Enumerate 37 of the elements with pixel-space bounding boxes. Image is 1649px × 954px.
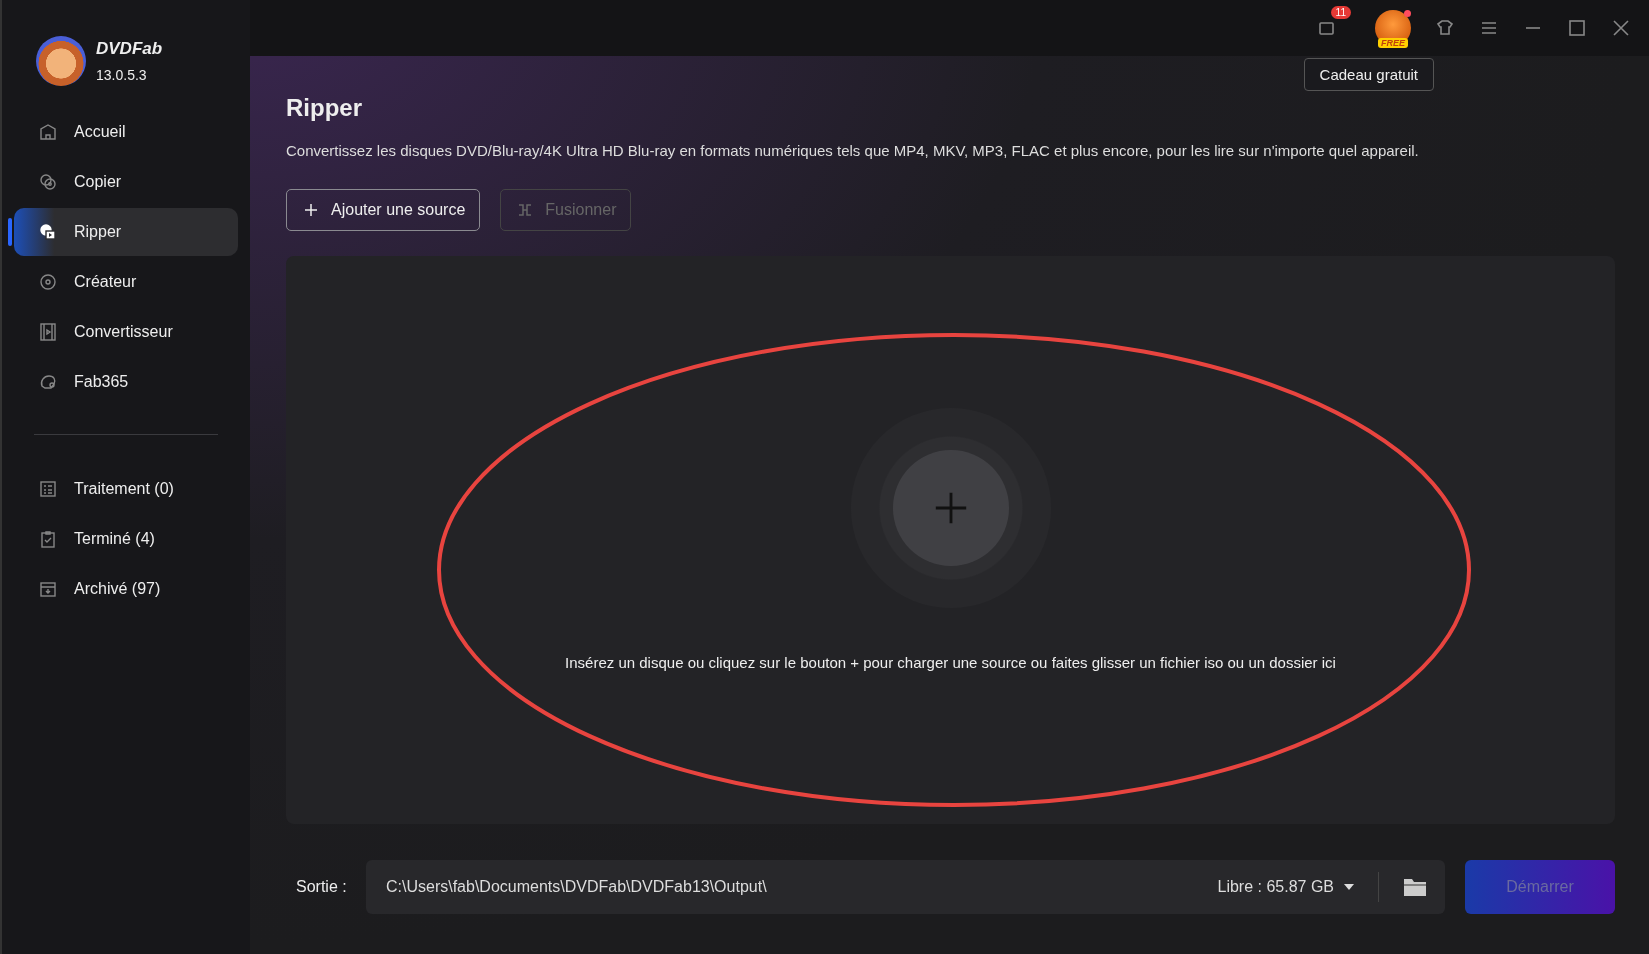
maximize-icon[interactable] [1567, 18, 1587, 38]
disc-icon [38, 272, 58, 292]
plus-icon [303, 202, 319, 218]
list-icon [38, 479, 58, 499]
sidebar-item[interactable]: Traitement (0) [14, 465, 238, 513]
free-gift-button[interactable]: FREE [1375, 10, 1411, 46]
sidebar-item[interactable]: Copier [14, 158, 238, 206]
output-label: Sortie : [295, 878, 348, 896]
app-name: DVDFab [96, 39, 163, 59]
notification-badge: 11 [1330, 6, 1351, 19]
film-icon [38, 322, 58, 342]
merge-icon [517, 202, 534, 218]
copy-icon [38, 172, 58, 192]
folder-icon[interactable] [1403, 877, 1427, 897]
sidebar-item[interactable]: Convertisseur [14, 308, 238, 356]
logo-icon [36, 36, 86, 86]
sidebar-item[interactable]: Terminé (4) [14, 515, 238, 563]
sidebar-item[interactable]: Créateur [14, 258, 238, 306]
archive-icon [38, 579, 58, 599]
sidebar-item[interactable]: Archivé (97) [14, 565, 238, 613]
alert-dot-icon [1404, 10, 1411, 17]
page-title: Ripper [286, 94, 363, 122]
version-label: 13.0.5.3 [96, 67, 148, 83]
sidebar-item[interactable]: Accueil [14, 108, 238, 156]
close-icon[interactable] [1611, 18, 1631, 38]
notification-button[interactable]: 11 [1317, 6, 1351, 38]
tooltip: Cadeau gratuit [1303, 58, 1434, 91]
drop-hint: Insérez un disque ou cliquez sur le bouton + pour charger une source ou faites glisser un fichier iso ou un dossier ici [565, 654, 1336, 671]
free-space-dropdown[interactable]: Libre : 65.87 GB [1217, 878, 1334, 896]
done-icon [38, 529, 58, 549]
sidebar-item[interactable]: Fab365 [14, 358, 238, 406]
output-path-field[interactable]: C:\Users\fab\Documents\DVDFab\DVDFab13\Output\ Libre : 65.87 GB [366, 860, 1445, 914]
add-source-button[interactable]: Ajouter une source [286, 189, 481, 231]
home-icon [38, 122, 58, 142]
page-description: Convertissez les disques DVD/Blu-ray/4K Ultra HD Blu-ray en formats numériques tels que MP4, MKV, MP3, FLAC et plus encore, pour les lire sur n'importe quel appareil. [286, 142, 1420, 159]
caret-icon [1344, 884, 1354, 890]
shirt-icon[interactable] [1435, 18, 1455, 38]
